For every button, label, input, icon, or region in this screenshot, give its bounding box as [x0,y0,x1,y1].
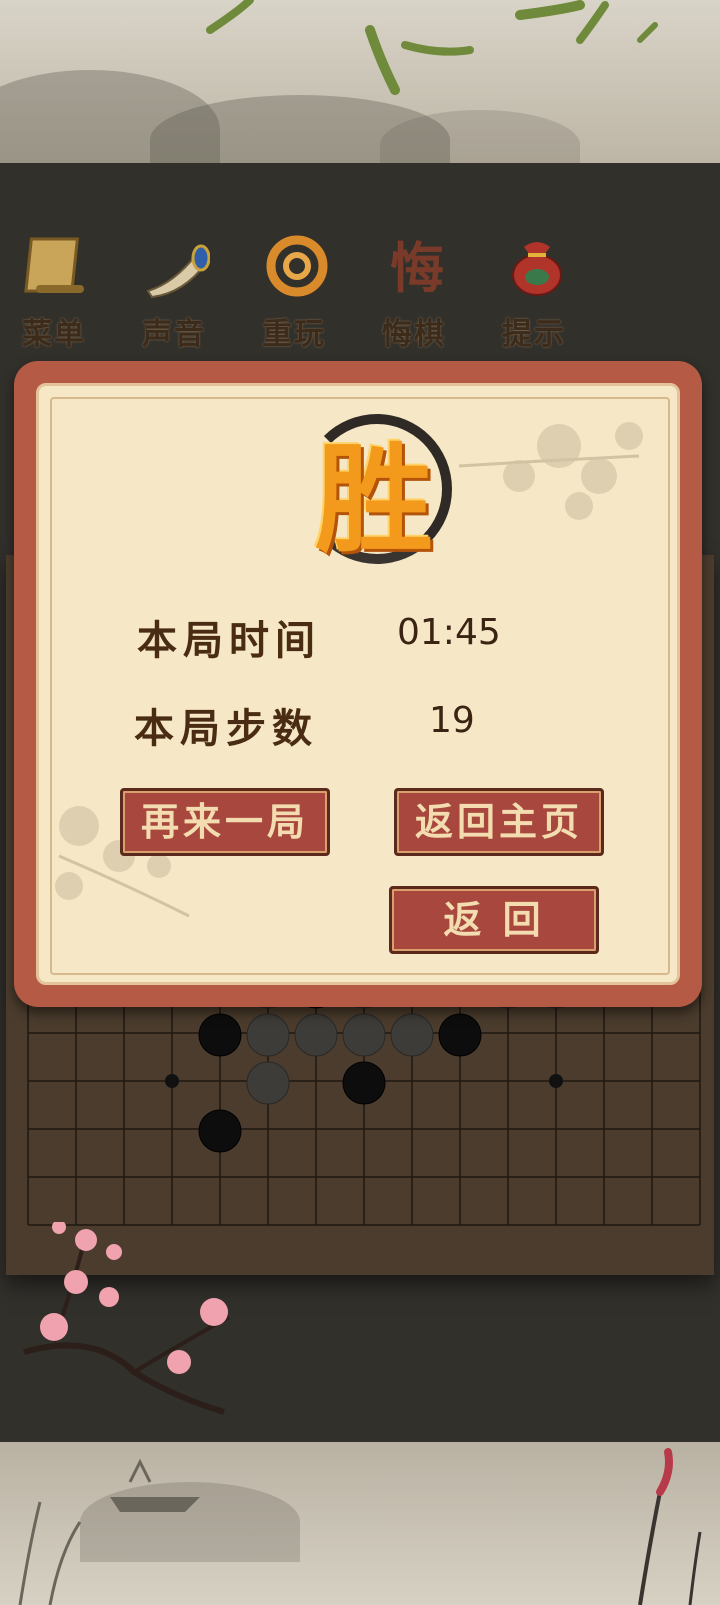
dialog-paper: 胜 本局时间 01:45 本局步数 19 再来一局 返回主页 返 回 [36,383,680,985]
top-ink-landscape [0,0,720,163]
black-stone [198,1013,242,1057]
back-button[interactable]: 返 回 [389,886,599,954]
time-label: 本局时间 [137,617,321,664]
sound-button[interactable]: 声音 [124,225,224,352]
time-value: 01:45 [397,612,501,653]
scroll-icon [24,237,84,293]
white-stone [342,1013,386,1057]
white-stone [246,1013,290,1057]
steps-label: 本局步数 [134,705,318,752]
replay-button[interactable]: 重玩 [244,225,344,352]
replay-swirl-icon [266,235,328,297]
return-home-button[interactable]: 返回主页 [394,788,604,856]
black-stone [198,1109,242,1153]
boat-and-reeds-decoration [18,1448,702,1605]
toolbar: 菜单 声音 重玩 悔 悔棋 提示 [0,225,720,352]
undo-character-icon: 悔 [390,236,444,299]
svg-text:悔: 悔 [390,236,444,299]
horn-icon [146,244,210,299]
bottom-ink-landscape [0,1442,720,1605]
black-stone [342,1061,386,1105]
steps-value: 19 [429,700,475,741]
white-stone [294,1013,338,1057]
star-point [165,1074,179,1088]
lucky-bag-icon [512,242,562,296]
play-again-button[interactable]: 再来一局 [120,788,330,856]
hint-button[interactable]: 提示 [484,225,584,352]
star-point [549,1074,563,1088]
menu-button[interactable]: 菜单 [4,225,104,352]
plum-blossom-decoration [23,1222,230,1415]
white-stone [246,1061,290,1105]
black-stone [438,1013,482,1057]
undo-move-button[interactable]: 悔 悔棋 [364,225,464,352]
bamboo-leaves-decoration [206,0,658,95]
win-result-title: 胜 [314,430,433,569]
game-result-dialog: 胜 本局时间 01:45 本局步数 19 再来一局 返回主页 返 回 [14,361,702,1007]
white-stone [390,1013,434,1057]
